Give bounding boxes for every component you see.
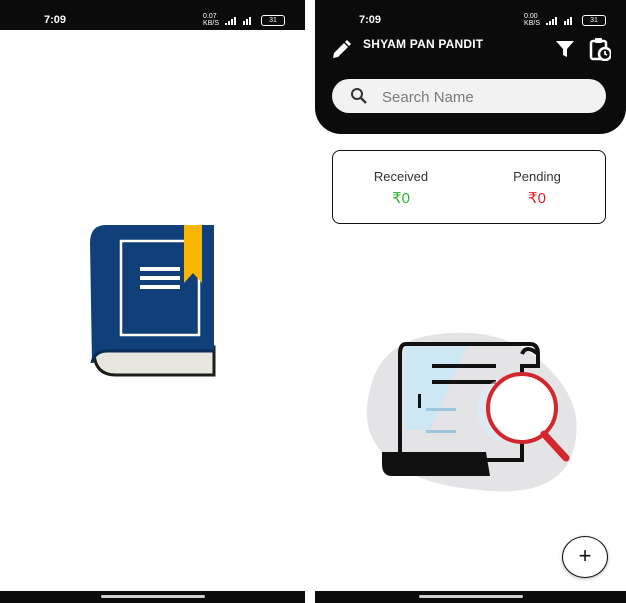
home-gesture-bar[interactable]	[418, 595, 523, 598]
net-speed: 0.07 KB/S	[203, 13, 219, 27]
pending-summary: Pending ₹0	[487, 169, 587, 207]
status-time: 7:09	[359, 14, 382, 26]
edit-icon[interactable]	[331, 40, 351, 60]
navigation-bar	[0, 591, 305, 603]
signal-4g-icon	[564, 16, 578, 28]
status-time: 7:09	[44, 14, 67, 26]
signal-4g-icon	[243, 16, 257, 28]
add-button[interactable]: +	[562, 536, 608, 578]
pending-label: Pending	[513, 169, 561, 184]
received-summary: Received ₹0	[351, 169, 451, 207]
status-bar: 7:09 0.00 KB/S 31	[315, 0, 626, 30]
filter-icon[interactable]	[555, 40, 575, 58]
pending-amount: ₹0	[528, 190, 546, 207]
search-icon	[351, 88, 367, 104]
battery-icon: 31	[582, 15, 606, 26]
search-input[interactable]	[380, 85, 584, 109]
document-search-illustration	[366, 332, 577, 492]
signal-icon	[225, 16, 239, 28]
signal-icon	[546, 16, 560, 28]
book-icon	[90, 225, 216, 377]
received-label: Received	[373, 169, 429, 184]
home-gesture-bar[interactable]	[100, 595, 205, 598]
status-bar: 7:09 0.07 KB/S 31	[0, 0, 305, 30]
home-screen: 7:09 0.00KB/S 31 SHYAM PAN PANDIT R	[315, 0, 626, 603]
clipboard-clock-icon[interactable]	[589, 37, 613, 62]
net-speed: 0.00 KB/S	[524, 13, 540, 27]
received-amount: ₹0	[392, 190, 410, 207]
search-bar[interactable]	[332, 79, 606, 113]
battery-icon: 31	[261, 15, 285, 26]
splash-screen: 7:09 0.07 KB/S 31	[0, 0, 305, 603]
navigation-bar	[315, 591, 626, 603]
user-name[interactable]: SHYAM PAN PANDIT	[363, 37, 483, 51]
summary-card: Received ₹0 Pending ₹0	[332, 150, 606, 224]
